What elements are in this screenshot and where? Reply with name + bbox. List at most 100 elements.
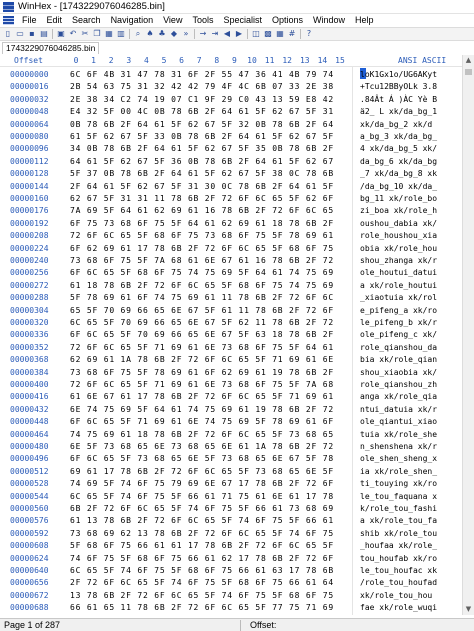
hex-row[interactable]: 00000256 6F 6C 65 5F 68 6F 75 74 75 69 5F… [0, 266, 462, 279]
row-ansi-text[interactable]: obia xk/role_hou [360, 242, 437, 255]
undo-icon[interactable]: ↶ [68, 29, 78, 39]
hex-row[interactable]: 00000544 6C 65 5F 74 6F 75 5F 66 61 71 75… [0, 490, 462, 503]
hex-row[interactable]: 00000640 6C 65 5F 74 6F 75 5F 68 6F 75 66… [0, 564, 462, 577]
row-hex-bytes[interactable]: 2F 72 6F 6C 65 5F 74 6F 75 5F 68 6F 75 6… [70, 576, 334, 589]
row-hex-bytes[interactable]: 74 69 5F 74 6F 75 79 69 6E 67 17 78 6B 2… [70, 477, 334, 490]
hex-row[interactable]: 00000112 64 61 5F 62 67 5F 36 0B 78 6B 2F… [0, 155, 462, 168]
row-ansi-text[interactable]: ole_pifeng_c xk/ [360, 328, 437, 341]
hex-row[interactable]: 00000336 6F 6C 65 5F 70 69 66 65 6E 67 5F… [0, 328, 462, 341]
row-ansi-text[interactable]: le_pifeng_b xk/r [360, 316, 437, 329]
hex-row[interactable]: 00000608 5F 68 6F 75 66 61 61 17 78 6B 2F… [0, 539, 462, 552]
row-hex-bytes[interactable]: 61 13 78 6B 2F 72 6F 6C 65 5F 74 6F 75 5… [70, 514, 334, 527]
row-ansi-text[interactable]: shib xk/role_tou [360, 527, 437, 540]
hex-row[interactable]: 00000512 69 61 17 78 6B 2F 72 6F 6C 65 5F… [0, 465, 462, 478]
row-ansi-text[interactable]: role_qianshou_da [360, 341, 437, 354]
row-ansi-text[interactable]: ia xk/role_shen_ [360, 465, 437, 478]
menu-navigation[interactable]: Navigation [106, 14, 159, 27]
row-ansi-text[interactable]: _7 xk/da_bg_8 xk [360, 167, 437, 180]
hex-row[interactable]: 00000048 E4 32 5F 00 4C 0B 78 6B 2F 64 61… [0, 105, 462, 118]
goto-page-icon[interactable]: ⇥ [210, 29, 220, 39]
row-hex-bytes[interactable]: 6E 5F 73 68 65 6E 73 68 65 6E 61 1A 78 6… [70, 440, 334, 453]
menu-specialist[interactable]: Specialist [218, 14, 267, 27]
row-ansi-text[interactable]: tuia xk/role_she [360, 428, 437, 441]
back-icon[interactable]: ◀ [222, 29, 232, 39]
hex-row[interactable]: 00000064 0B 78 6B 2F 64 61 5F 62 67 5F 32… [0, 118, 462, 131]
hex-row[interactable]: 00000656 2F 72 6F 6C 65 5F 74 6F 75 5F 68… [0, 576, 462, 589]
row-ansi-text[interactable]: xk/da_bg_2 xk/d [360, 118, 432, 131]
row-ansi-text[interactable]: fae xk/role_wuqi [360, 601, 437, 614]
paste-block-icon[interactable]: ▥ [116, 29, 126, 39]
ram-editor-icon[interactable]: ▩ [263, 29, 273, 39]
hex-row[interactable]: 00000192 6F 75 73 68 6F 75 5F 64 61 62 69… [0, 217, 462, 230]
row-ansi-text[interactable]: shou_zhanga xk/r [360, 254, 437, 267]
vertical-scrollbar[interactable]: ▲ ▼ [462, 55, 474, 615]
row-ansi-text[interactable]: /da_bg_10 xk/da_ [360, 180, 437, 193]
row-ansi-text[interactable]: ole_qiantui_xiao [360, 415, 437, 428]
hex-row[interactable]: 00000240 73 68 6F 75 5F 7A 68 61 6E 67 61… [0, 254, 462, 267]
row-hex-bytes[interactable]: 64 61 5F 62 67 5F 36 0B 78 6B 2F 64 61 5… [70, 155, 334, 168]
hex-row[interactable]: 00000384 73 68 6F 75 5F 78 69 61 6F 62 69… [0, 366, 462, 379]
hex-row[interactable]: 00000144 2F 64 61 5F 62 67 5F 31 30 0C 78… [0, 180, 462, 193]
hex-row[interactable]: 00000080 61 5F 62 67 5F 33 0B 78 6B 2F 64… [0, 130, 462, 143]
row-hex-bytes[interactable]: 61 18 78 6B 2F 72 6F 6C 65 5F 68 6F 75 7… [70, 279, 334, 292]
row-hex-bytes[interactable]: 74 6F 75 5F 68 6F 75 66 61 62 17 78 6B 2… [70, 552, 334, 565]
row-ansi-text[interactable]: _houfaa xk/role_ [360, 539, 437, 552]
row-hex-bytes[interactable]: 6B 2F 72 6F 6C 65 5F 74 6F 75 5F 66 61 7… [70, 502, 334, 515]
row-ansi-text[interactable]: e_pifeng_a xk/ro [360, 304, 437, 317]
row-hex-bytes[interactable]: 6C 65 5F 74 6F 75 5F 68 6F 75 66 61 63 1… [70, 564, 334, 577]
row-hex-bytes[interactable]: 6F 75 73 68 6F 75 5F 64 61 62 69 61 18 7… [70, 217, 334, 230]
hex-row[interactable]: 00000352 72 6F 6C 65 5F 71 69 61 6E 73 68… [0, 341, 462, 354]
row-hex-bytes[interactable]: 5F 37 0B 78 6B 2F 64 61 5F 62 67 5F 38 0… [70, 167, 334, 180]
open-file-icon[interactable]: ▭ [15, 29, 25, 39]
row-ansi-text[interactable]: ä2_ L xk/da_bg_1 [360, 105, 437, 118]
hex-row[interactable]: 00000176 7A 69 5F 64 61 62 69 61 16 78 6B… [0, 204, 462, 217]
hex-row[interactable]: 00000592 73 68 69 62 13 78 6B 2F 72 6F 6C… [0, 527, 462, 540]
hex-row[interactable]: 00000432 6E 74 75 69 5F 64 61 74 75 69 61… [0, 403, 462, 416]
row-hex-bytes[interactable]: 66 61 65 11 78 6B 2F 72 6F 6C 65 5F 77 7… [70, 601, 334, 614]
find-hex-icon[interactable]: ♠ [145, 29, 155, 39]
row-hex-bytes[interactable]: 72 6F 6C 65 5F 71 69 61 6E 73 68 6F 75 5… [70, 378, 334, 391]
menu-edit[interactable]: Edit [42, 14, 68, 27]
row-ansi-text[interactable]: 4 xk/da_bg_5 xk/ [360, 142, 437, 155]
row-hex-bytes[interactable]: 5F 78 69 61 6F 74 75 69 61 11 78 6B 2F 7… [70, 291, 334, 304]
row-ansi-text[interactable]: oushou_dabia xk/ [360, 217, 437, 230]
hex-row[interactable]: 00000704 5F 62 69 6E 67 5F 61 17 78 6B 2F… [0, 614, 462, 615]
row-ansi-text[interactable]: ole_shen_sheng_x [360, 452, 437, 465]
row-ansi-text[interactable]: tou_houfab xk/ro [360, 552, 437, 565]
row-hex-bytes[interactable]: 65 5F 70 69 66 65 6E 67 5F 61 11 78 6B 2… [70, 304, 334, 317]
row-ansi-text[interactable]: ntui_datuia xk/r [360, 403, 437, 416]
row-hex-bytes[interactable]: 34 0B 78 6B 2F 64 61 5F 62 67 5F 35 0B 7… [70, 142, 334, 155]
menu-file[interactable]: File [17, 14, 42, 27]
row-hex-bytes[interactable]: 74 75 69 61 18 78 6B 2F 72 6F 6C 65 5F 7… [70, 428, 334, 441]
row-ansi-text[interactable]: a_bg_3 xk/da_bg_ [360, 130, 437, 143]
row-hex-bytes[interactable]: 6F 6C 65 5F 73 68 65 6E 5F 73 68 65 6E 6… [70, 452, 334, 465]
row-ansi-text[interactable]: bg_11 xk/role_bo [360, 192, 437, 205]
row-hex-bytes[interactable]: 61 5F 62 67 5F 33 0B 78 6B 2F 64 61 5F 6… [70, 130, 334, 143]
copy-icon[interactable]: ❐ [92, 29, 102, 39]
scroll-down-icon[interactable]: ▼ [463, 604, 474, 615]
find-next-icon[interactable]: » [181, 29, 191, 39]
hex-row[interactable]: 00000000 6C 6F 4B 31 47 78 31 6F 2F 55 47… [0, 68, 462, 81]
hex-row[interactable]: 00000480 6E 5F 73 68 65 6E 73 68 65 6E 61… [0, 440, 462, 453]
menu-window[interactable]: Window [308, 14, 350, 27]
cut-icon[interactable]: ✂ [80, 29, 90, 39]
hex-row[interactable]: 00000208 72 6F 6C 65 5F 68 6F 75 73 68 6F… [0, 229, 462, 242]
menu-help[interactable]: Help [350, 14, 379, 27]
row-hex-bytes[interactable]: 6E 74 75 69 5F 64 61 74 75 69 61 19 78 6… [70, 403, 334, 416]
new-file-icon[interactable]: ▯ [3, 29, 13, 39]
row-ansi-text[interactable]: le_tou_faquana x [360, 490, 437, 503]
row-ansi-text[interactable]: _xiaotuia xk/rol [360, 291, 437, 304]
row-hex-bytes[interactable]: 72 6F 6C 65 5F 71 69 61 6E 73 68 6F 75 5… [70, 341, 334, 354]
hex-row[interactable]: 00000672 13 78 6B 2F 72 6F 6C 65 5F 74 6F… [0, 589, 462, 602]
hex-editor-grid[interactable]: Offset ANSI ASCII 0 1 2 3 4 5 6 7 8 9 10 11 12 13 14 15… [0, 55, 462, 615]
row-hex-bytes[interactable]: 69 61 17 78 6B 2F 72 6F 6C 65 5F 73 68 6… [70, 465, 334, 478]
row-ansi-text[interactable]: .84Ât Á )ÀC Yè B [360, 93, 437, 106]
hex-row[interactable]: 00000288 5F 78 69 61 6F 74 75 69 61 11 78… [0, 291, 462, 304]
row-ansi-text[interactable]: /role_tou_houfad [360, 576, 437, 589]
hex-row[interactable]: 00000576 61 13 78 6B 2F 72 6F 6C 65 5F 74… [0, 514, 462, 527]
row-hex-bytes[interactable]: 2F 64 61 5F 62 67 5F 31 30 0C 78 6B 2F 6… [70, 180, 334, 193]
hex-row[interactable]: 00000688 66 61 65 11 78 6B 2F 72 6F 6C 65… [0, 601, 462, 614]
menu-tools[interactable]: Tools [187, 14, 218, 27]
hex-row[interactable]: 00000096 34 0B 78 6B 2F 64 61 5F 62 67 5F… [0, 142, 462, 155]
row-hex-bytes[interactable]: 61 6E 67 61 17 78 6B 2F 72 6F 6C 65 5F 7… [70, 390, 334, 403]
